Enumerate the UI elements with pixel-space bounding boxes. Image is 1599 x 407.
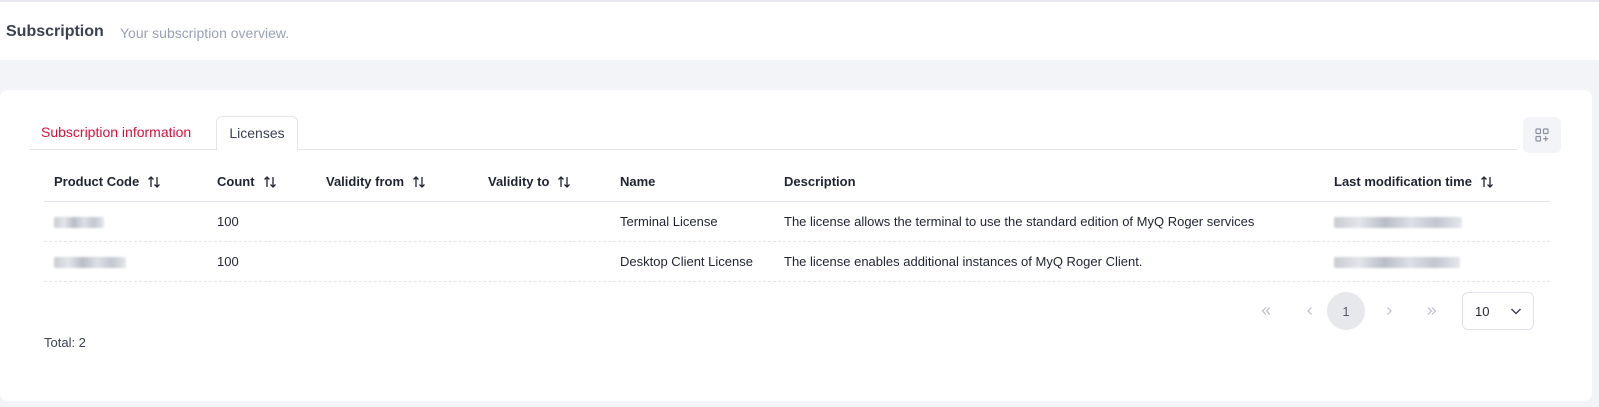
chevron-left-icon bbox=[1307, 307, 1312, 315]
page-size-select[interactable]: 10 bbox=[1462, 292, 1534, 330]
description-cell: The license allows the terminal to use t… bbox=[784, 214, 1255, 229]
product-code-cell bbox=[54, 242, 126, 282]
licenses-card: Subscription information Licenses Produc… bbox=[0, 90, 1592, 401]
page-title: Subscription bbox=[6, 23, 104, 40]
page-size-value: 10 bbox=[1475, 303, 1490, 319]
column-header-label: Product Code bbox=[54, 174, 140, 189]
total-count: Total: 2 bbox=[44, 335, 86, 350]
table-header: Product Code Count Validity from Validit… bbox=[44, 162, 1550, 202]
column-header-label: Last modification time bbox=[1334, 174, 1472, 189]
page-number-button[interactable]: 1 bbox=[1327, 292, 1365, 330]
column-header-validity-from: Validity from bbox=[326, 162, 426, 202]
column-header-label: Count bbox=[217, 174, 255, 189]
double-chevron-left-icon bbox=[1261, 307, 1271, 315]
last-modification-cell bbox=[1334, 202, 1462, 242]
double-chevron-right-icon bbox=[1427, 307, 1437, 315]
column-header-description: Description bbox=[784, 162, 856, 202]
chevron-right-icon bbox=[1387, 307, 1392, 315]
redacted-value bbox=[54, 257, 126, 269]
table-row[interactable]: 100 Desktop Client License The license e… bbox=[44, 242, 1550, 282]
last-modification-cell bbox=[1334, 242, 1460, 282]
redacted-value bbox=[1334, 217, 1462, 229]
tab-bar: Subscription information Licenses bbox=[29, 116, 1517, 151]
redacted-value bbox=[1334, 257, 1460, 269]
column-header-label: Validity to bbox=[488, 174, 550, 189]
sort-arrows-icon[interactable] bbox=[1480, 175, 1494, 189]
description-cell: The license enables additional instances… bbox=[784, 254, 1143, 269]
product-code-cell bbox=[54, 202, 104, 242]
column-settings-icon bbox=[1535, 128, 1549, 142]
column-header-last-modification-time: Last modification time bbox=[1334, 162, 1494, 202]
column-header-label: Description bbox=[784, 174, 856, 189]
table-row[interactable]: 100 Terminal License The license allows … bbox=[44, 202, 1550, 242]
first-page-button[interactable] bbox=[1247, 292, 1285, 330]
page-subtitle: Your subscription overview. bbox=[120, 25, 290, 41]
column-header-validity-to: Validity to bbox=[488, 162, 571, 202]
count-cell: 100 bbox=[217, 254, 239, 269]
sort-arrows-icon[interactable] bbox=[147, 175, 161, 189]
column-settings-button[interactable] bbox=[1523, 117, 1561, 153]
column-header-name: Name bbox=[620, 162, 655, 202]
previous-page-button[interactable] bbox=[1291, 292, 1329, 330]
sort-arrows-icon[interactable] bbox=[412, 175, 426, 189]
sort-arrows-icon[interactable] bbox=[263, 175, 277, 189]
count-cell: 100 bbox=[217, 214, 239, 229]
column-header-count: Count bbox=[217, 162, 277, 202]
redacted-value bbox=[54, 217, 104, 229]
chevron-down-icon bbox=[1511, 308, 1521, 315]
tab-subscription-information[interactable]: Subscription information bbox=[41, 116, 191, 150]
column-header-product-code: Product Code bbox=[54, 162, 161, 202]
column-header-label: Validity from bbox=[326, 174, 405, 189]
column-header-label: Name bbox=[620, 174, 656, 189]
sort-arrows-icon[interactable] bbox=[557, 175, 571, 189]
tab-licenses[interactable]: Licenses bbox=[216, 116, 298, 151]
next-page-button[interactable] bbox=[1370, 292, 1408, 330]
name-cell: Desktop Client License bbox=[620, 254, 753, 269]
licenses-table: Product Code Count Validity from Validit… bbox=[44, 162, 1550, 282]
pagination: 1 10 bbox=[0, 292, 1592, 332]
last-page-button[interactable] bbox=[1413, 292, 1451, 330]
page-header: Subscription Your subscription overview. bbox=[0, 0, 1599, 60]
name-cell: Terminal License bbox=[620, 214, 718, 229]
